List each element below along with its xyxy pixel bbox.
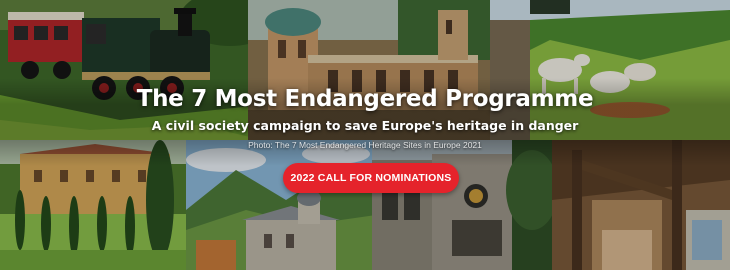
photo-concrete-building — [372, 140, 556, 270]
hero-banner: The 7 Most Endangered Programme A civil … — [0, 0, 730, 270]
photo-ruined-interior — [552, 140, 730, 270]
banner-title: The 7 Most Endangered Programme — [136, 86, 594, 112]
banner-subtitle: A civil society campaign to save Europe'… — [151, 118, 579, 133]
call-for-nominations-button[interactable]: 2022 CALL FOR NOMINATIONS — [283, 163, 459, 193]
photo-villa-garden — [0, 140, 190, 270]
photo-monastery-mountains — [186, 140, 376, 270]
photo-credit: Photo: The 7 Most Endangered Heritage Si… — [248, 140, 482, 150]
